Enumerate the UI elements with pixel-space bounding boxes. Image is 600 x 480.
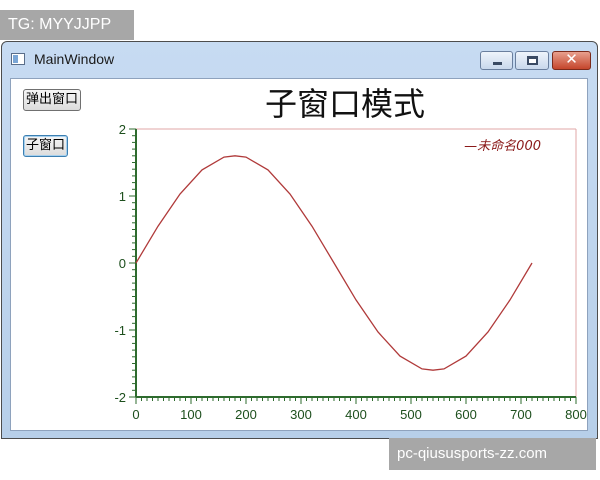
main-window: MainWindow ✕ 弹出窗口 子窗口 子窗口模式 -2 -1 0 1 2 0 100 2… [1,41,598,439]
x-tick-label: 300 [290,407,312,422]
x-tick-label: 100 [180,407,202,422]
y-tick-label: -1 [114,323,126,338]
y-tick-label: 1 [119,189,126,204]
minimize-icon [493,62,502,65]
watermark-bottom: pc-qiususports-zz.com [389,438,596,470]
chart: -2 -1 0 1 2 0 100 200 300 400 500 600 700 800 —未命名000 [114,122,587,422]
y-tick-label: 2 [119,122,126,137]
x-tick-label: 0 [132,407,139,422]
y-tick-label: -2 [114,390,126,405]
window-title: MainWindow [34,51,115,67]
x-tick-label: 700 [510,407,532,422]
y-tick-label: 0 [119,256,126,271]
x-tick-label: 400 [345,407,367,422]
close-button[interactable]: ✕ [552,50,591,70]
x-tick-label: 500 [400,407,422,422]
minimize-button[interactable] [480,51,513,70]
legend-entry: —未命名000 [464,138,541,154]
series-line [135,155,533,371]
title-bar[interactable]: MainWindow ✕ [2,42,597,78]
maximize-icon [527,56,538,65]
client-area: 弹出窗口 子窗口 子窗口模式 -2 -1 0 1 2 0 100 200 300 400 500 60… [10,78,588,431]
close-icon: ✕ [565,50,578,68]
app-window-icon [11,53,25,65]
watermark-top: TG: MYYJJPP [0,10,134,40]
x-tick-label: 800 [565,407,587,422]
x-tick-label: 600 [455,407,477,422]
x-tick-label: 200 [235,407,257,422]
maximize-button[interactable] [515,51,549,70]
